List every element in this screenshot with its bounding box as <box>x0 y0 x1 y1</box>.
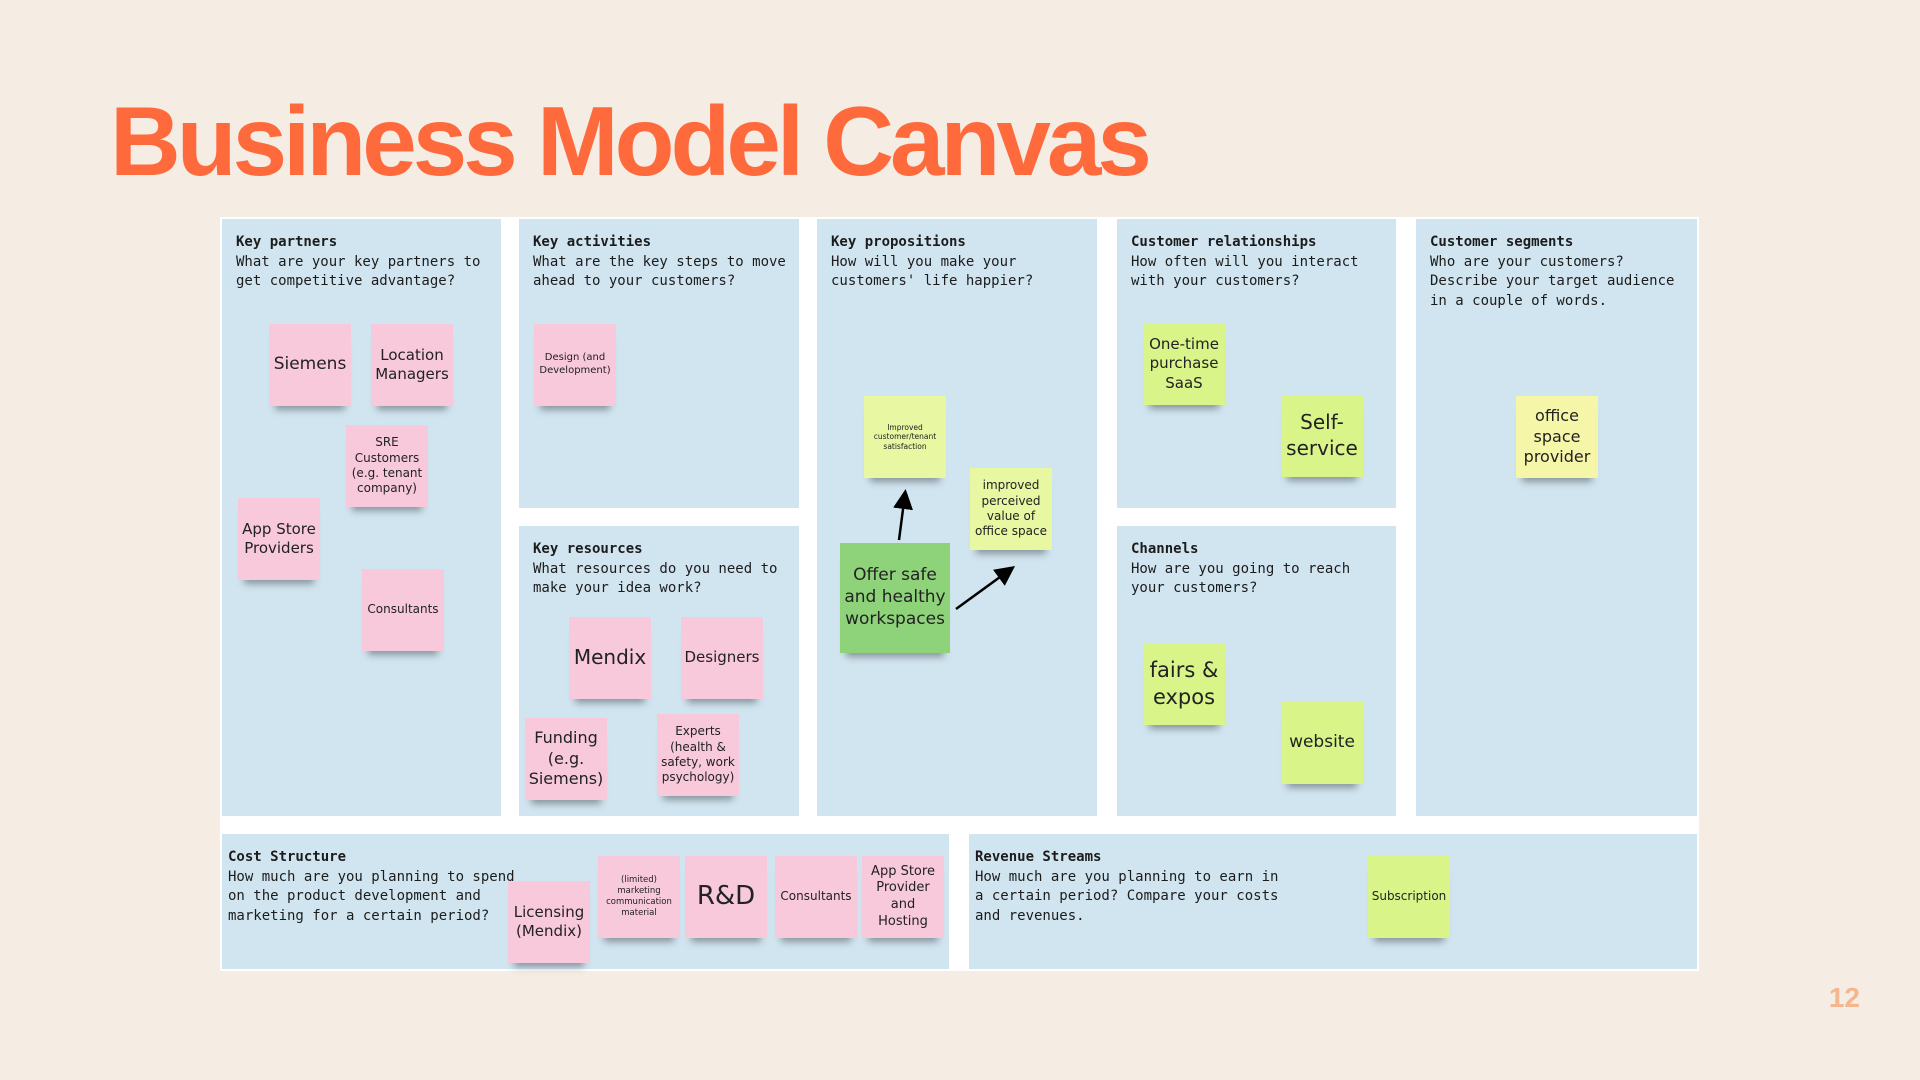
key-activities-title: Key activities <box>533 234 652 250</box>
key-resources-question: What resources do you need to make your … <box>533 560 778 597</box>
revenue-streams-header: Revenue Streams How much are you plannin… <box>975 848 1285 926</box>
channels-question: How are you going to reach your customer… <box>1131 560 1351 597</box>
revenue-streams-question: How much are you planning to earn in a c… <box>975 868 1279 924</box>
sticky-note[interactable]: SRE Customers (e.g. tenant company) <box>346 425 428 507</box>
sticky-note[interactable]: Consultants <box>362 569 444 651</box>
customer-relationships-title: Customer relationships <box>1131 234 1317 250</box>
channels-title: Channels <box>1131 541 1199 557</box>
customer-relationships-question: How often will you interact with your cu… <box>1131 253 1359 290</box>
channels-header: Channels How are you going to reach your… <box>1131 540 1386 599</box>
key-partners-question: What are your key partners to get compet… <box>236 253 481 290</box>
key-activities-header: Key activities What are the key steps to… <box>533 233 789 292</box>
customer-segments-section: Customer segments Who are your customers… <box>1416 219 1697 816</box>
key-resources-title: Key resources <box>533 541 643 557</box>
sticky-note[interactable]: R&D <box>685 856 767 938</box>
customer-segments-question: Who are your customers? Describe your ta… <box>1430 253 1675 309</box>
customer-relationships-section: Customer relationships How often will yo… <box>1117 219 1396 508</box>
cost-structure-header: Cost Structure How much are you planning… <box>228 848 538 926</box>
key-partners-title: Key partners <box>236 234 338 250</box>
channels-section: Channels How are you going to reach your… <box>1117 526 1396 816</box>
key-partners-section: Key partners What are your key partners … <box>222 219 501 816</box>
sticky-note[interactable]: (limited) marketing communication materi… <box>598 856 680 938</box>
customer-segments-header: Customer segments Who are your customers… <box>1430 233 1687 311</box>
sticky-note[interactable]: Design (and Development) <box>534 324 616 406</box>
cost-structure-question: How much are you planning to spend on th… <box>228 868 515 924</box>
sticky-note[interactable]: Location Managers <box>371 324 453 406</box>
customer-relationships-header: Customer relationships How often will yo… <box>1131 233 1386 292</box>
key-resources-header: Key resources What resources do you need… <box>533 540 789 599</box>
key-propositions-section: Key propositions How will you make your … <box>817 219 1097 816</box>
sticky-note[interactable]: office space provider <box>1516 396 1598 478</box>
revenue-streams-title: Revenue Streams <box>975 849 1102 865</box>
page-title: Business Model Canvas <box>110 86 1152 196</box>
sticky-note[interactable]: website <box>1281 702 1363 784</box>
sticky-note[interactable]: Licensing (Mendix) <box>508 881 590 963</box>
sticky-note[interactable]: Subscription <box>1368 856 1450 938</box>
sticky-note[interactable]: Consultants <box>775 856 857 938</box>
sticky-note[interactable]: Mendix <box>569 617 651 699</box>
cost-structure-section: Cost Structure How much are you planning… <box>222 834 949 969</box>
sticky-note[interactable]: App Store Provider and Hosting <box>862 856 944 938</box>
revenue-streams-section: Revenue Streams How much are you plannin… <box>969 834 1697 969</box>
key-activities-section: Key activities What are the key steps to… <box>519 219 799 508</box>
sticky-note[interactable]: Siemens <box>269 324 351 406</box>
sticky-note[interactable]: Self-service <box>1281 395 1363 477</box>
key-resources-section: Key resources What resources do you need… <box>519 526 799 816</box>
page-number: 12 <box>1828 982 1860 1013</box>
sticky-note[interactable]: One-time purchase SaaS <box>1143 323 1225 405</box>
customer-segments-title: Customer segments <box>1430 234 1574 250</box>
key-activities-question: What are the key steps to move ahead to … <box>533 253 786 290</box>
sticky-note[interactable]: fairs & expos <box>1143 643 1225 725</box>
key-partners-header: Key partners What are your key partners … <box>236 233 491 292</box>
cost-structure-title: Cost Structure <box>228 849 347 865</box>
sticky-note[interactable]: Designers <box>681 617 763 699</box>
business-model-canvas: Key partners What are your key partners … <box>220 217 1699 971</box>
sticky-note[interactable]: Funding (e.g. Siemens) <box>525 718 607 800</box>
sticky-note[interactable]: Experts (health & safety, work psycholog… <box>657 714 739 796</box>
arrow-icon <box>893 489 1016 611</box>
sticky-note[interactable]: App Store Providers <box>238 498 320 580</box>
